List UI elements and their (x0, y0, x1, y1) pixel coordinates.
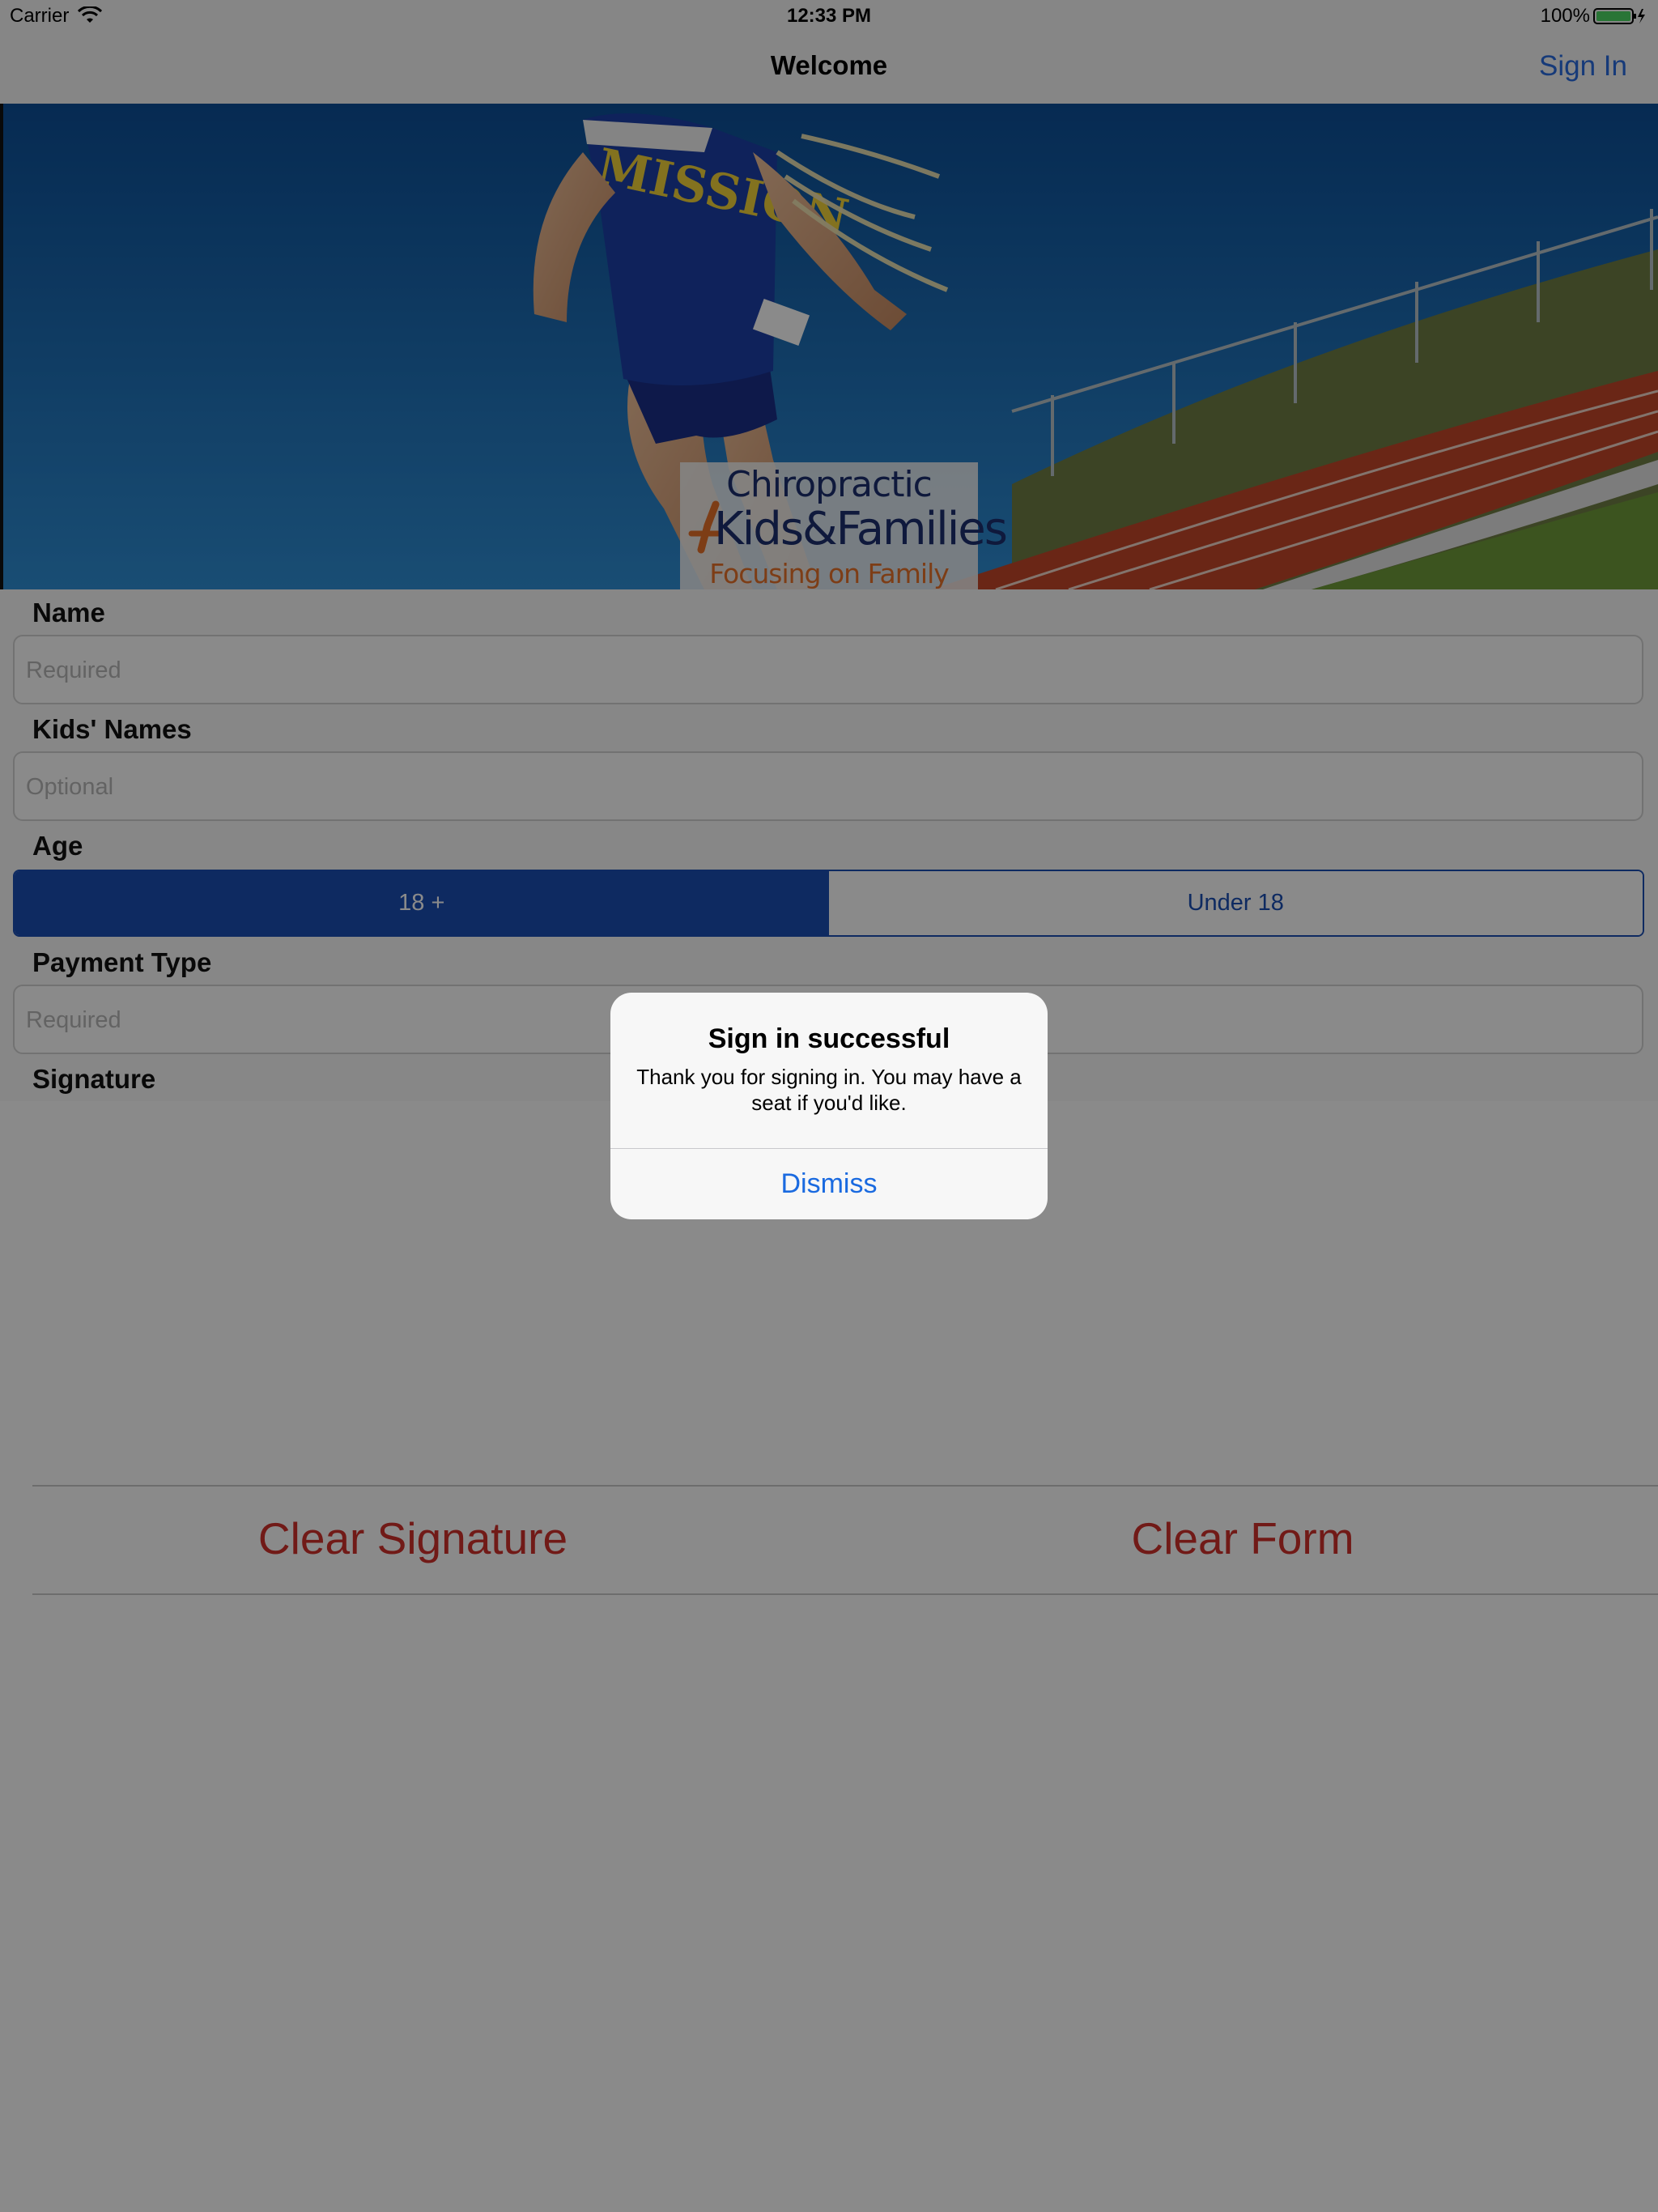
alert-message: Thank you for signing in. You may have a… (636, 1065, 1022, 1115)
alert-title: Sign in successful (708, 1023, 950, 1054)
dismiss-button[interactable]: Dismiss (610, 1149, 1048, 1219)
sign-in-success-alert: Sign in successful Thank you for signing… (610, 993, 1048, 1219)
app-root: Carrier 12:33 PM 100% Welcome Sign In MI… (0, 0, 1658, 2212)
